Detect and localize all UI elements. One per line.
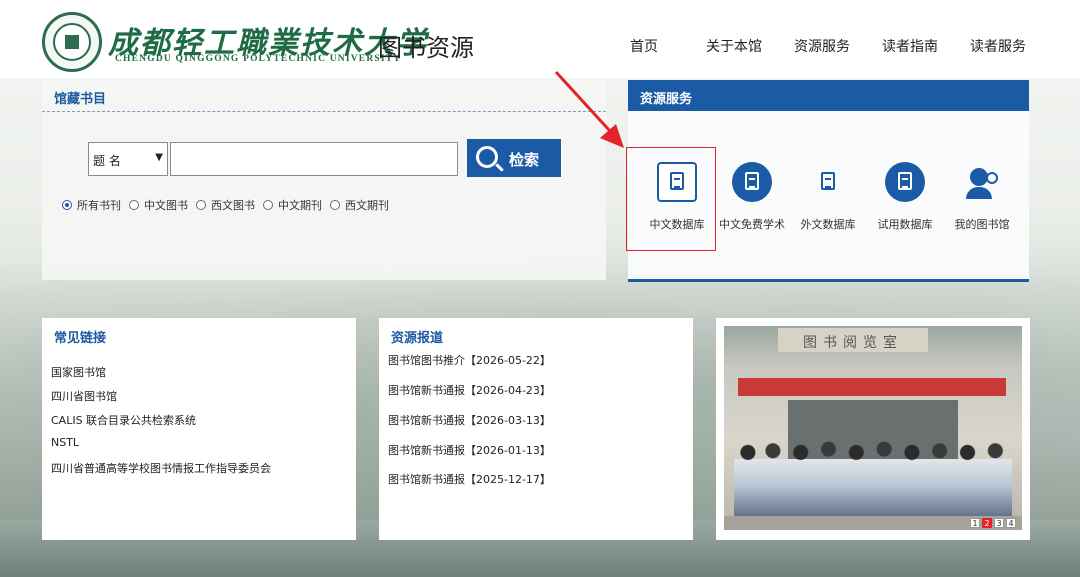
- radio-chinese-journals[interactable]: 中文期刊: [263, 197, 322, 213]
- link-national-library[interactable]: 国家图书馆: [51, 364, 106, 380]
- common-links-panel: 常见链接 国家图书馆 四川省图书馆 CALIS 联合目录公共检索系统 NSTL …: [42, 318, 356, 540]
- resource-my-library[interactable]: 我的图书馆: [943, 162, 1021, 232]
- resource-label: 外文数据库: [800, 218, 856, 231]
- link-nstl[interactable]: NSTL: [51, 436, 79, 449]
- radio-label: 所有书刊: [77, 199, 121, 212]
- carousel-page-2[interactable]: 2: [982, 518, 992, 528]
- carousel-page-1[interactable]: 1: [970, 518, 980, 528]
- resource-news-title: 资源报道: [391, 331, 444, 346]
- university-emblem-icon[interactable]: [42, 12, 102, 72]
- photo-group: [734, 436, 1012, 518]
- search-icon-handle: [495, 163, 504, 172]
- site-header: 成都轻工職業技术大学 CHENGDU QINGGONG POLYTECHNIC …: [0, 0, 1080, 78]
- common-links-title: 常见链接: [54, 331, 107, 346]
- radio-label: 西文图书: [211, 199, 255, 212]
- carousel-page-4[interactable]: 4: [1006, 518, 1016, 528]
- catalog-title: 馆藏书目: [42, 80, 606, 112]
- resource-foreign-database[interactable]: 外文数据库: [789, 162, 867, 232]
- radio-unchecked-icon: [196, 200, 206, 210]
- photo-sign-text: 图书阅览室: [778, 328, 928, 352]
- clipboard-icon: [885, 162, 925, 202]
- radio-all[interactable]: 所有书刊: [62, 197, 121, 213]
- news-item[interactable]: 图书馆新书通报【2026-01-13】: [388, 442, 551, 458]
- link-sichuan-committee[interactable]: 四川省普通高等学校图书情报工作指导委员会: [51, 460, 271, 476]
- resource-label: 我的图书馆: [954, 218, 1010, 231]
- carousel-page-3[interactable]: 3: [994, 518, 1004, 528]
- radio-label: 中文期刊: [278, 199, 322, 212]
- radio-unchecked-icon: [263, 200, 273, 210]
- carousel-photo[interactable]: 图书阅览室: [724, 326, 1022, 530]
- catalog-panel: 馆藏书目 题 名 ▼ 检索 所有书刊 中文图书 西文图书 中文期刊 西文期刊: [42, 80, 606, 280]
- radio-unchecked-icon: [129, 200, 139, 210]
- radio-label: 西文期刊: [345, 199, 389, 212]
- resource-news-panel: 资源报道 图书馆图书推介【2026-05-22】 图书馆新书通报【2026-04…: [379, 318, 693, 540]
- nav-reader-services[interactable]: 读者服务: [970, 36, 1026, 56]
- clipboard-icon: [732, 162, 772, 202]
- resource-services-title: 资源服务: [628, 80, 1029, 111]
- catalog-type-radios: 所有书刊 中文图书 西文图书 中文期刊 西文期刊: [62, 197, 397, 213]
- resource-label: 试用数据库: [877, 218, 933, 231]
- emblem-inner-ring: [53, 23, 91, 61]
- logo-english-name: CHENGDU QINGGONG POLYTECHNIC UNIVERSITY: [115, 54, 402, 64]
- emblem-core: [65, 35, 79, 49]
- nav-resource-services[interactable]: 资源服务: [794, 36, 850, 56]
- search-field-select[interactable]: 题 名 ▼: [88, 142, 168, 176]
- radio-unchecked-icon: [330, 200, 340, 210]
- nav-reader-guide[interactable]: 读者指南: [882, 36, 938, 56]
- news-item[interactable]: 图书馆图书推介【2026-05-22】: [388, 352, 551, 368]
- radio-checked-icon: [62, 200, 72, 210]
- carousel-pager: 1 2 3 4: [968, 518, 1016, 528]
- link-calis[interactable]: CALIS 联合目录公共检索系统: [51, 412, 196, 428]
- photo-carousel-panel: 图书阅览室 1 2 3 4: [716, 318, 1030, 540]
- users-icon: [962, 162, 1002, 202]
- radio-label: 中文图书: [144, 199, 188, 212]
- radio-chinese-books[interactable]: 中文图书: [129, 197, 188, 213]
- news-item[interactable]: 图书馆新书通报【2026-04-23】: [388, 382, 551, 398]
- search-input[interactable]: [170, 142, 458, 176]
- nav-about[interactable]: 关于本馆: [706, 36, 762, 56]
- search-button[interactable]: 检索: [467, 139, 561, 177]
- chevron-down-icon: ▼: [155, 152, 163, 163]
- link-sichuan-library[interactable]: 四川省图书馆: [51, 388, 117, 404]
- highlight-box: [626, 147, 716, 251]
- news-item[interactable]: 图书馆新书通报【2026-03-13】: [388, 412, 551, 428]
- resource-trial-database[interactable]: 试用数据库: [866, 162, 944, 232]
- news-item[interactable]: 图书馆新书通报【2025-12-17】: [388, 471, 551, 487]
- resource-label: 中文免费学术: [719, 218, 785, 231]
- select-value: 题 名: [93, 154, 121, 168]
- radio-western-journals[interactable]: 西文期刊: [330, 197, 389, 213]
- resource-chinese-free-academic[interactable]: 中文免费学术: [713, 162, 791, 232]
- search-button-label: 检索: [509, 151, 540, 169]
- site-title: 图书资源: [378, 34, 474, 62]
- nav-home[interactable]: 首页: [630, 36, 658, 56]
- radio-western-books[interactable]: 西文图书: [196, 197, 255, 213]
- photo-banner: [738, 378, 1006, 396]
- document-icon: [808, 162, 848, 202]
